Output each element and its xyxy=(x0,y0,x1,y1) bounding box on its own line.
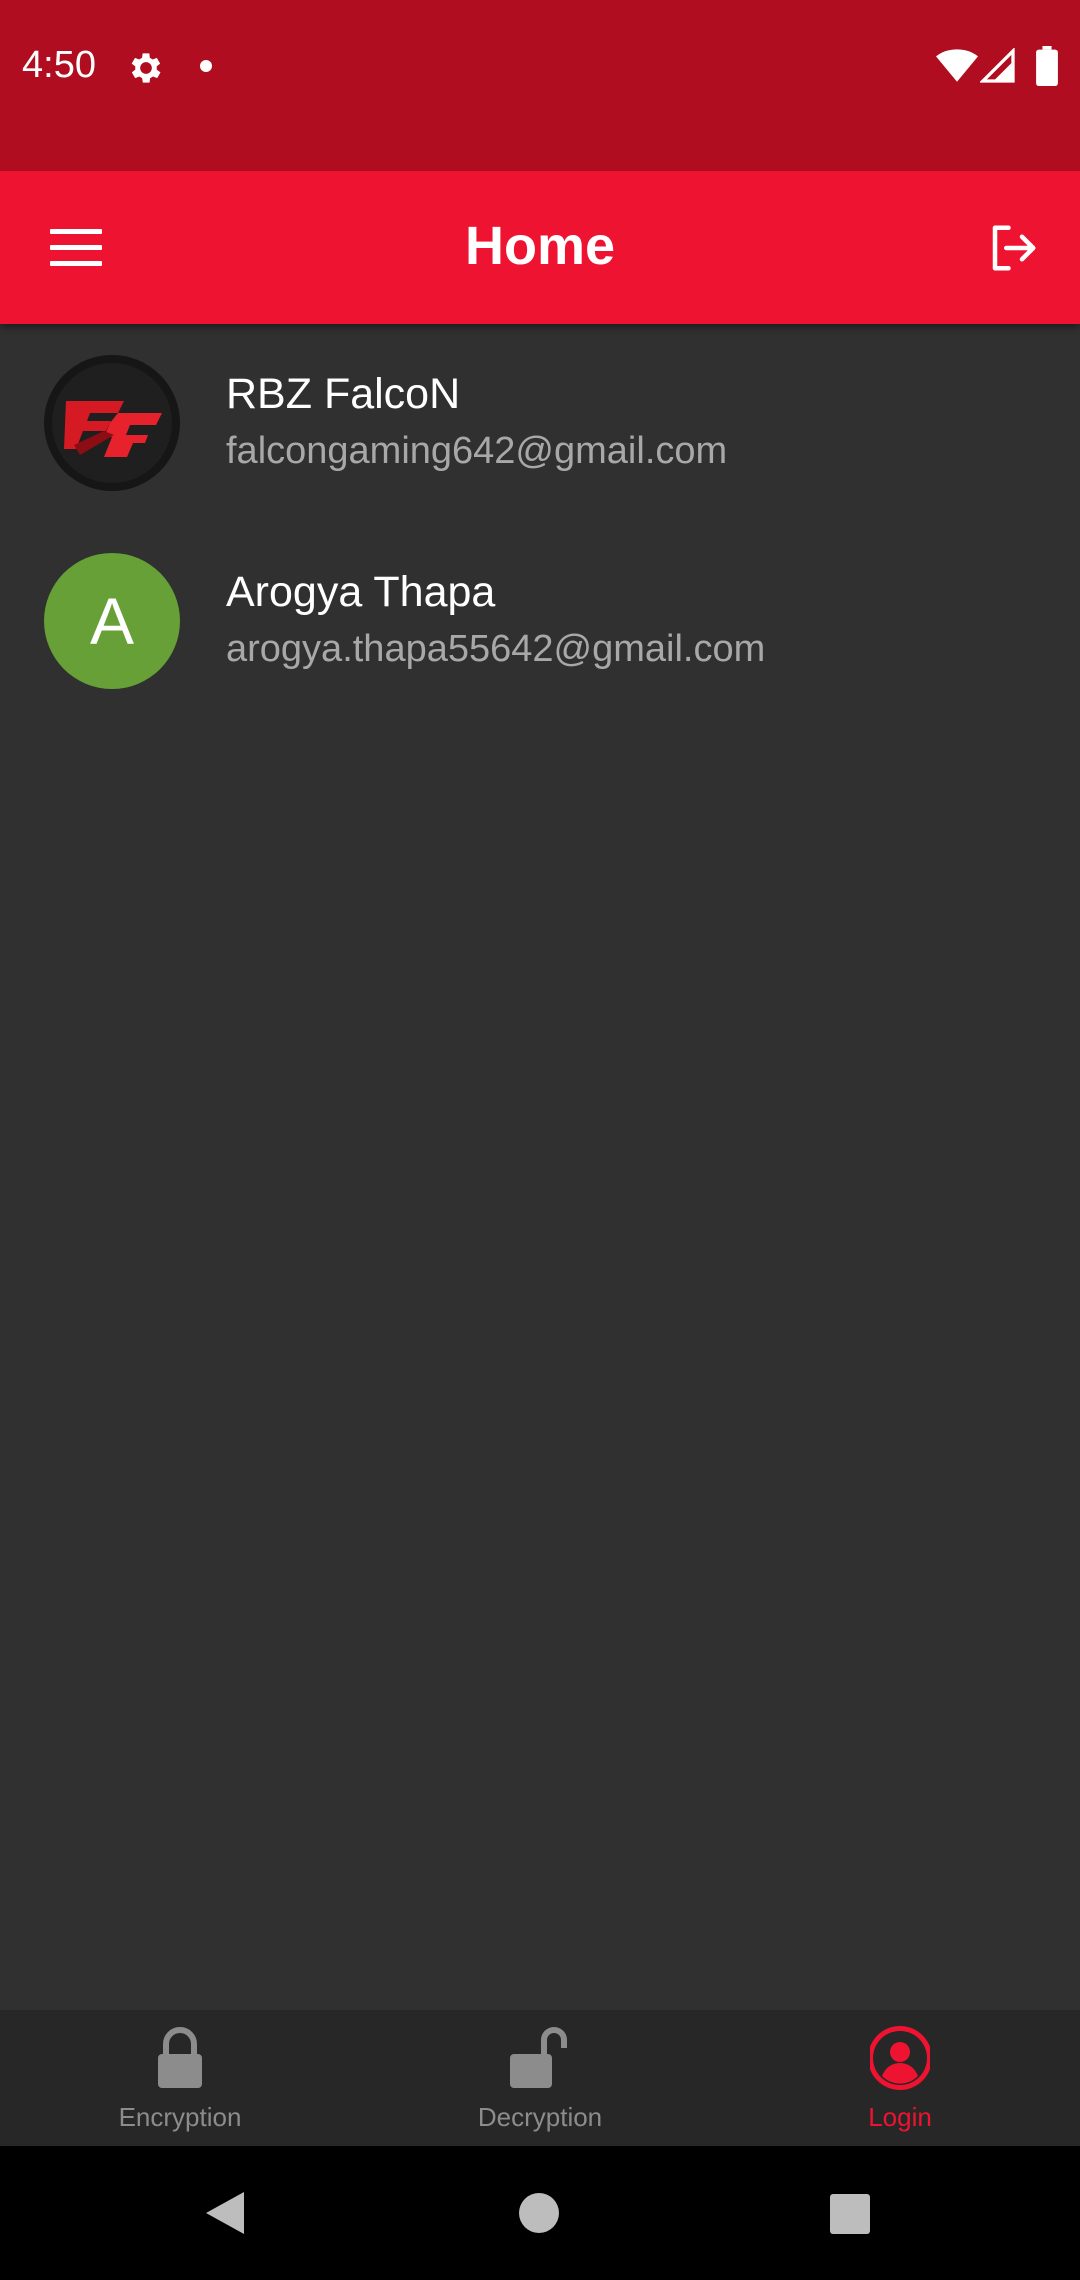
lock-icon xyxy=(158,2027,202,2088)
logo-image xyxy=(44,355,180,491)
tab-label: Encryption xyxy=(118,2102,242,2132)
account-name: RBZ FalcoN xyxy=(226,370,461,418)
list-item[interactable]: A Arogya Thapa arogya.thapa55642@gmail.c… xyxy=(0,522,1080,720)
tab-label: Login xyxy=(868,2102,932,2132)
tab-decryption[interactable]: Decryption xyxy=(360,2010,720,2146)
tab-login[interactable]: Login xyxy=(720,2010,1080,2146)
avatar xyxy=(44,355,180,491)
recents-icon[interactable] xyxy=(830,2194,870,2234)
gear-icon xyxy=(131,53,161,83)
wifi-icon xyxy=(936,49,978,82)
back-icon[interactable] xyxy=(204,2190,246,2236)
status-time: 4:50 xyxy=(22,44,96,86)
list-item[interactable]: RBZ FalcoN falcongaming642@gmail.com xyxy=(0,324,1080,522)
signal-icon xyxy=(980,48,1015,83)
status-bar: 4:50 xyxy=(0,0,1080,171)
app-bar: Home xyxy=(0,171,1080,324)
logout-icon[interactable] xyxy=(984,221,1042,275)
battery-icon xyxy=(1036,46,1058,86)
home-icon[interactable] xyxy=(518,2192,560,2234)
account-email: arogya.thapa55642@gmail.com xyxy=(226,628,766,670)
account-list: RBZ FalcoN falcongaming642@gmail.com A A… xyxy=(0,324,1080,720)
notification-dot-icon xyxy=(200,60,212,72)
account-name: Arogya Thapa xyxy=(226,568,496,616)
avatar: A xyxy=(44,553,180,689)
unlock-icon xyxy=(510,2027,567,2088)
tab-encryption[interactable]: Encryption xyxy=(0,2010,360,2146)
account-email: falcongaming642@gmail.com xyxy=(226,430,728,472)
tab-label: Decryption xyxy=(477,2102,603,2132)
account-circle-icon xyxy=(870,2026,930,2090)
page-title: Home xyxy=(464,216,616,276)
system-navigation-bar xyxy=(0,2146,1080,2280)
bottom-navigation: Encryption Decryption Login xyxy=(0,2010,1080,2146)
